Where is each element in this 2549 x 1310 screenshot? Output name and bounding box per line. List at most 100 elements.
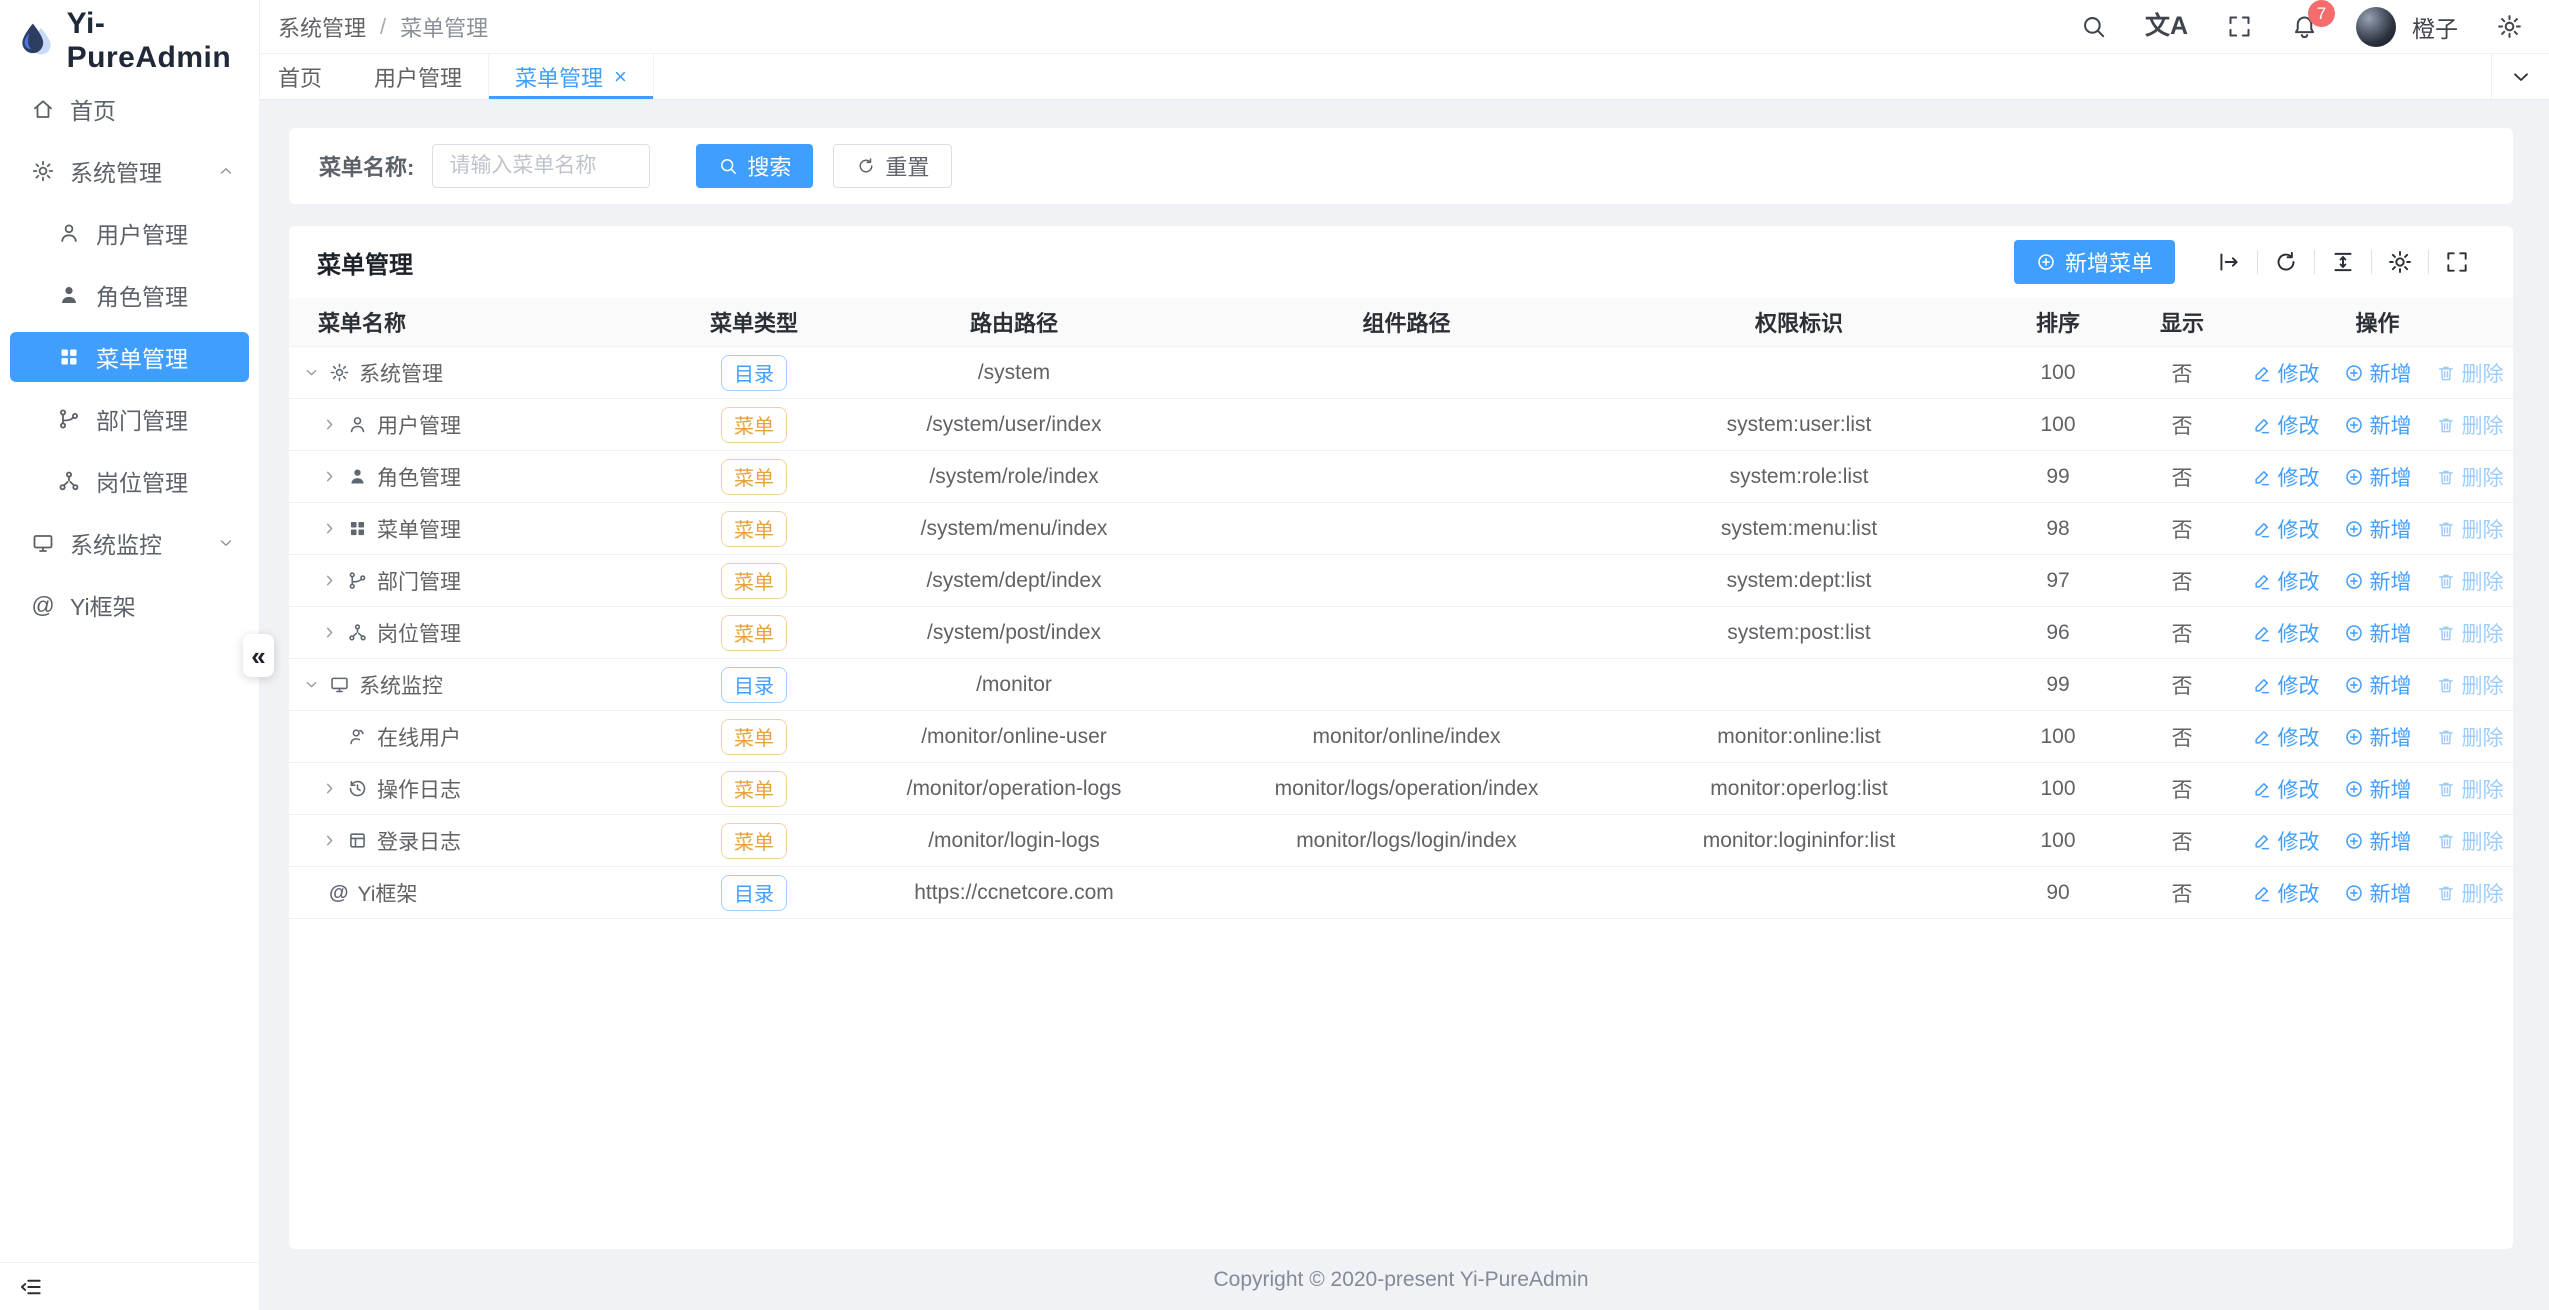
- edit-action[interactable]: 修改: [2252, 462, 2320, 492]
- sidebar-item-home[interactable]: 首页: [10, 84, 249, 134]
- menu-type-tag: 目录: [721, 667, 787, 703]
- edit-action[interactable]: 修改: [2252, 358, 2320, 388]
- reset-button[interactable]: 重置: [833, 144, 952, 188]
- sidebar-item-role-mgmt[interactable]: 角色管理: [10, 270, 249, 320]
- sort-value: 90: [1994, 867, 2122, 918]
- menu-name-cell: 登录日志: [289, 815, 689, 866]
- delete-action[interactable]: 删除: [2436, 774, 2504, 804]
- toolbar-expand-arrow-icon[interactable]: [2216, 249, 2242, 275]
- edit-action[interactable]: 修改: [2252, 722, 2320, 752]
- tab-user-mgmt[interactable]: 用户管理: [348, 54, 488, 99]
- edit-action[interactable]: 修改: [2252, 566, 2320, 596]
- tab-menu-mgmt[interactable]: 菜单管理 ×: [488, 54, 654, 99]
- add-action[interactable]: 新增: [2344, 566, 2412, 596]
- sidebar-collapse-button[interactable]: «: [243, 634, 274, 677]
- trash-icon: [2436, 415, 2456, 435]
- delete-action[interactable]: 删除: [2436, 618, 2504, 648]
- component-path: monitor/logs/login/index: [1209, 815, 1604, 866]
- search-form: 菜单名称: 搜索 重置: [289, 128, 2513, 204]
- delete-action[interactable]: 删除: [2436, 826, 2504, 856]
- tab-label: 菜单管理: [515, 61, 603, 93]
- sort-value: 100: [1994, 711, 2122, 762]
- permission-code: [1604, 659, 1994, 710]
- add-action[interactable]: 新增: [2344, 826, 2412, 856]
- search-icon[interactable]: [2080, 13, 2107, 40]
- tab-close-icon[interactable]: ×: [614, 66, 627, 88]
- plus-circle-icon: [2344, 519, 2364, 539]
- delete-action[interactable]: 删除: [2436, 566, 2504, 596]
- delete-action[interactable]: 删除: [2436, 878, 2504, 908]
- edit-action[interactable]: 修改: [2252, 878, 2320, 908]
- add-action[interactable]: 新增: [2344, 410, 2412, 440]
- edit-action[interactable]: 修改: [2252, 410, 2320, 440]
- row-expand-toggle[interactable]: [321, 780, 347, 797]
- tabs-menu-chevron-down-icon[interactable]: [2491, 54, 2549, 99]
- row-expand-toggle[interactable]: [303, 676, 329, 693]
- delete-action[interactable]: 删除: [2436, 514, 2504, 544]
- toolbar-divider: [2371, 250, 2372, 274]
- row-expand-toggle[interactable]: [303, 364, 329, 381]
- row-expand-toggle[interactable]: [321, 572, 347, 589]
- edit-action[interactable]: 修改: [2252, 774, 2320, 804]
- add-action[interactable]: 新增: [2344, 878, 2412, 908]
- row-expand-toggle[interactable]: [321, 624, 347, 641]
- fullscreen-icon[interactable]: [2226, 13, 2253, 40]
- refresh-icon: [856, 156, 876, 176]
- sidebar-item-post-mgmt[interactable]: 岗位管理: [10, 456, 249, 506]
- avatar[interactable]: [2356, 7, 2396, 47]
- add-action[interactable]: 新增: [2344, 358, 2412, 388]
- main-area: 系统管理 / 菜单管理 文A7 橙子 首页用户管理菜单管理× 菜单名称: 搜索: [260, 0, 2549, 1310]
- sidebar-item-dept-mgmt[interactable]: 部门管理: [10, 394, 249, 444]
- delete-action[interactable]: 删除: [2436, 358, 2504, 388]
- component-path: [1209, 503, 1604, 554]
- row-expand-toggle[interactable]: [321, 416, 347, 433]
- topbar-actions: 文A 7 橙子: [2080, 7, 2523, 47]
- add-action[interactable]: 新增: [2344, 618, 2412, 648]
- menu-name: 系统管理: [359, 358, 443, 388]
- add-action[interactable]: 新增: [2344, 670, 2412, 700]
- username: 橙子: [2412, 10, 2458, 44]
- gear-icon: [329, 362, 350, 383]
- notification-badge: 7: [2308, 0, 2335, 27]
- bell-icon[interactable]: 7: [2291, 13, 2318, 40]
- sidebar-item-system-mgmt[interactable]: 系统管理: [10, 146, 249, 196]
- sidebar-item-monitor[interactable]: 系统监控: [10, 518, 249, 568]
- tab-home[interactable]: 首页: [278, 54, 348, 99]
- sort-value: 99: [1994, 451, 2122, 502]
- toolbar-refresh-icon[interactable]: [2273, 249, 2299, 275]
- menu-name-input[interactable]: [432, 144, 650, 188]
- translate-icon[interactable]: 文A: [2145, 14, 2188, 39]
- menu-type-tag: 菜单: [721, 563, 787, 599]
- component-path: [1209, 555, 1604, 606]
- toolbar-gear-icon[interactable]: [2387, 249, 2413, 275]
- add-action[interactable]: 新增: [2344, 462, 2412, 492]
- delete-action[interactable]: 删除: [2436, 410, 2504, 440]
- app-logo[interactable]: Yi-PureAdmin: [0, 0, 259, 82]
- settings-gear-icon[interactable]: [2496, 13, 2523, 40]
- delete-action[interactable]: 删除: [2436, 462, 2504, 492]
- sidebar-item-user-mgmt[interactable]: 用户管理: [10, 208, 249, 258]
- edit-action[interactable]: 修改: [2252, 670, 2320, 700]
- column-header-0: 菜单名称: [289, 298, 689, 346]
- add-action[interactable]: 新增: [2344, 722, 2412, 752]
- delete-action[interactable]: 删除: [2436, 670, 2504, 700]
- edit-action[interactable]: 修改: [2252, 618, 2320, 648]
- edit-action[interactable]: 修改: [2252, 826, 2320, 856]
- search-button[interactable]: 搜索: [696, 144, 813, 188]
- add-menu-button[interactable]: 新增菜单: [2014, 240, 2175, 284]
- plus-circle-icon: [2344, 779, 2364, 799]
- row-expand-toggle[interactable]: [321, 520, 347, 537]
- row-expand-toggle[interactable]: [321, 468, 347, 485]
- sidebar-fold-icon[interactable]: [18, 1274, 44, 1300]
- add-action[interactable]: 新增: [2344, 774, 2412, 804]
- row-expand-toggle[interactable]: [321, 832, 347, 849]
- sidebar-item-menu-mgmt[interactable]: 菜单管理: [10, 332, 249, 382]
- toolbar-density-icon[interactable]: [2330, 249, 2356, 275]
- delete-action[interactable]: 删除: [2436, 722, 2504, 752]
- toolbar-fullscreen-icon[interactable]: [2444, 249, 2470, 275]
- edit-action[interactable]: 修改: [2252, 514, 2320, 544]
- breadcrumb-item-parent[interactable]: 系统管理: [278, 11, 366, 43]
- add-action[interactable]: 新增: [2344, 514, 2412, 544]
- sidebar-item-yi-framework[interactable]: @Yi框架: [10, 580, 249, 630]
- column-header-3: 组件路径: [1209, 298, 1604, 346]
